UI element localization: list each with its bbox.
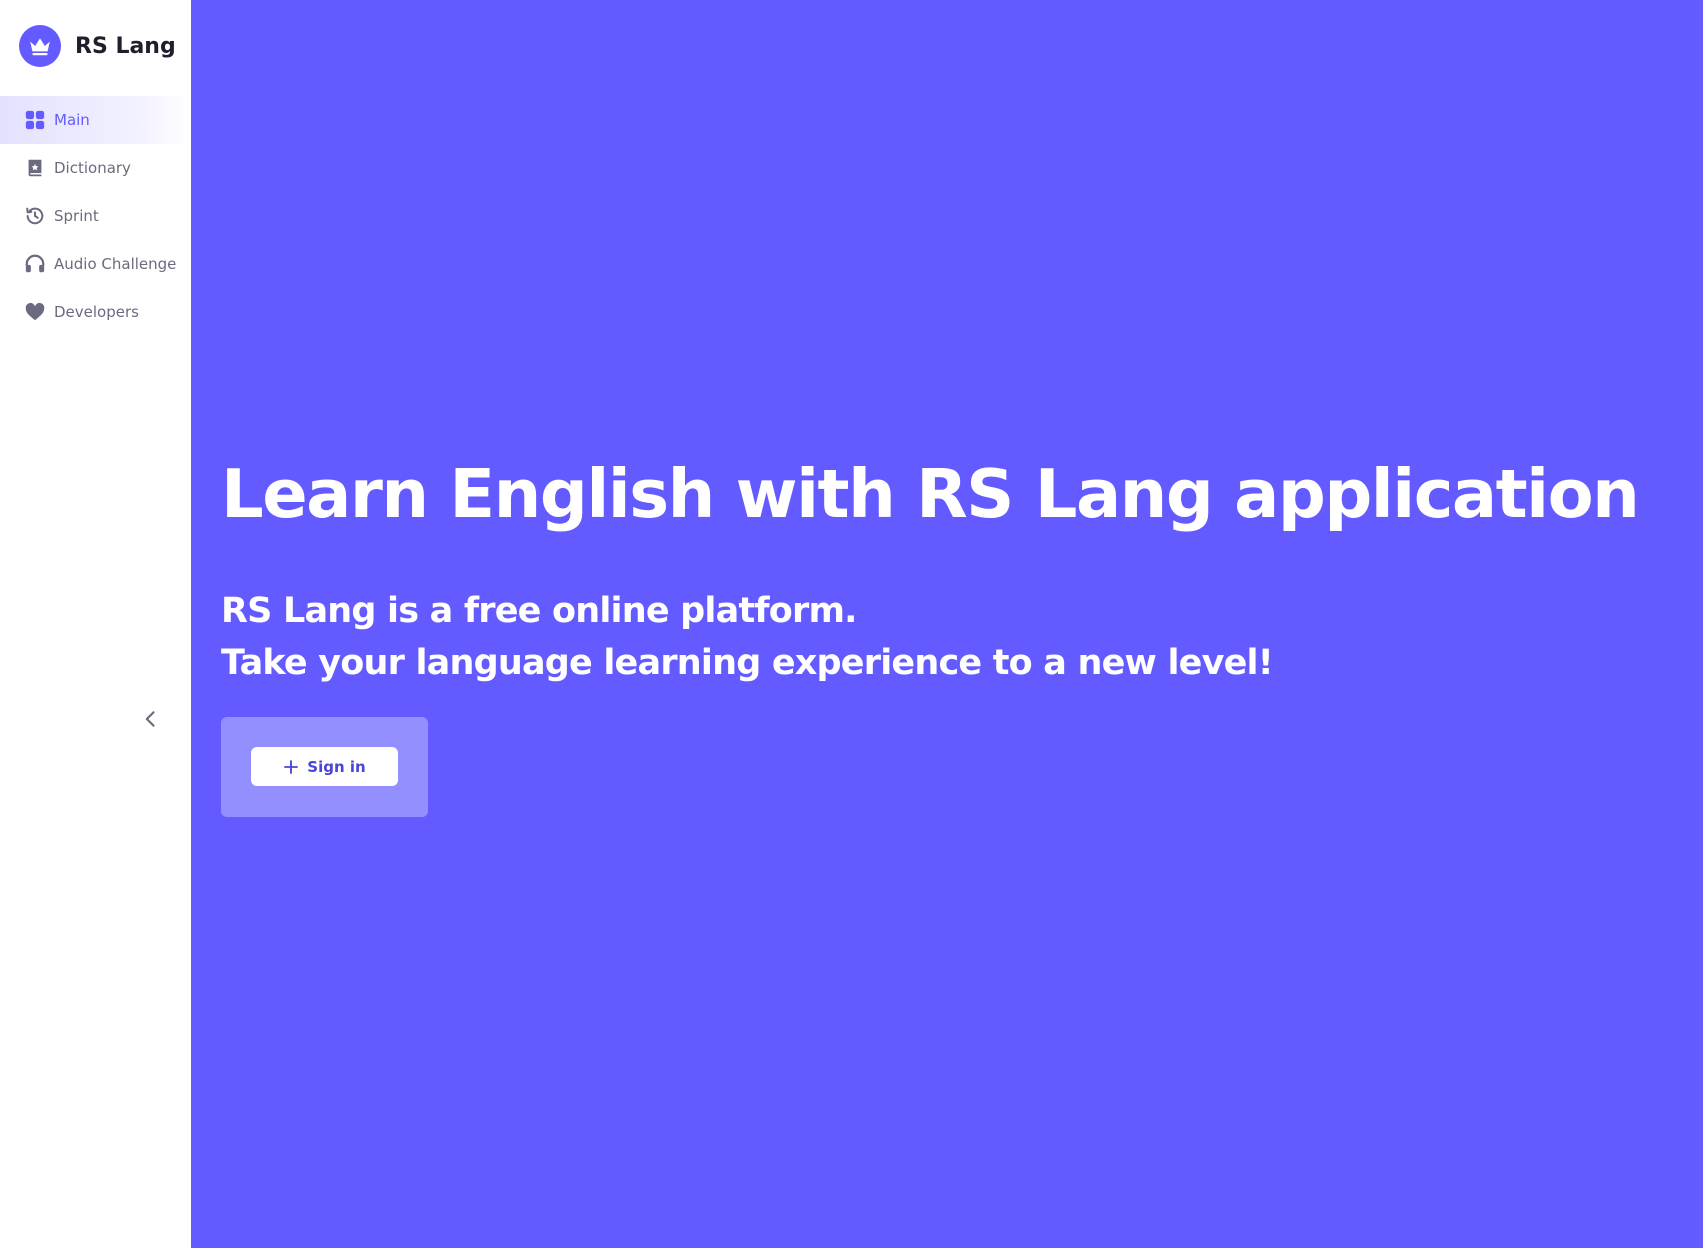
sidebar: RS Lang Main Dictionary Sprint Audio Cha… (0, 0, 191, 1248)
book-icon (24, 157, 46, 179)
history-icon (24, 205, 46, 227)
sidebar-item-label: Main (54, 111, 90, 129)
plus-icon (284, 759, 299, 774)
hero-subtitle-line-2: Take your language learning experience t… (221, 643, 1274, 683)
cta-panel: Sign in (221, 717, 428, 817)
sidebar-item-dictionary[interactable]: Dictionary (0, 144, 191, 192)
sidebar-item-label: Audio Challenge (54, 255, 177, 273)
app-window: RS Lang Main Dictionary Sprint Audio Cha… (0, 0, 1703, 1248)
crown-icon (19, 25, 61, 67)
sidebar-item-label: Dictionary (54, 159, 131, 177)
sidebar-item-label: Developers (54, 303, 139, 321)
main-content: Learn English with RS Lang application R… (191, 0, 1703, 1248)
sidebar-item-developers[interactable]: Developers (0, 288, 191, 336)
sidebar-item-main[interactable]: Main (0, 96, 191, 144)
brand-name: RS Lang (75, 33, 176, 59)
sidebar-item-audio-challenge[interactable]: Audio Challenge (0, 240, 191, 288)
brand[interactable]: RS Lang (0, 0, 191, 92)
hero-title: Learn English with RS Lang application (221, 455, 1640, 533)
sidebar-collapse-button[interactable] (138, 706, 164, 732)
sidebar-item-sprint[interactable]: Sprint (0, 192, 191, 240)
headphones-icon (24, 253, 46, 275)
sidebar-nav: Main Dictionary Sprint Audio Challenge D… (0, 96, 191, 336)
sign-in-button[interactable]: Sign in (251, 747, 398, 786)
heart-icon (24, 301, 46, 323)
grid-icon (24, 109, 46, 131)
hero-subtitle: RS Lang is a free online platform. Take … (221, 585, 1274, 689)
sidebar-item-label: Sprint (54, 207, 99, 225)
sign-in-label: Sign in (307, 757, 366, 776)
hero-subtitle-line-1: RS Lang is a free online platform. (221, 591, 857, 631)
chevron-left-icon (145, 711, 155, 727)
